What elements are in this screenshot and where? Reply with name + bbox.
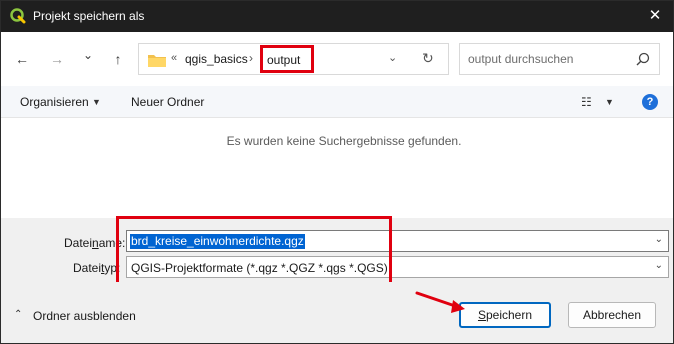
title-bar: Projekt speichern als ✕ bbox=[1, 1, 673, 32]
save-dialog: Projekt speichern als ✕ ← → ⌄ ↑ « qgis_b… bbox=[0, 0, 674, 344]
filetype-value: QGIS-Projektformate (*.qgz *.QGZ *.qgs *… bbox=[131, 261, 388, 275]
folder-icon bbox=[148, 55, 166, 67]
annotation-arrow-icon bbox=[415, 291, 465, 313]
up-arrow-icon[interactable]: ↑ bbox=[108, 49, 128, 69]
file-list[interactable]: Es wurden keine Suchergebnisse gefunden. bbox=[1, 118, 673, 218]
filetype-select[interactable]: QGIS-Projektformate (*.qgz *.QGZ *.qgs *… bbox=[126, 256, 669, 278]
caret-down-icon[interactable]: ▼ bbox=[92, 97, 101, 107]
filetype-label: Dateityp: bbox=[73, 261, 121, 275]
window-title: Projekt speichern als bbox=[33, 9, 145, 23]
dialog-footer: ⌃ Ordner ausblenden Speichern Abbrechen bbox=[1, 282, 673, 343]
navigation-bar: ← → ⌄ ↑ « qgis_basics › output ⌄ ↻ outpu… bbox=[1, 32, 673, 86]
view-caret-down-icon[interactable]: ▼ bbox=[605, 97, 614, 107]
hide-folders-button[interactable]: Ordner ausblenden bbox=[33, 309, 136, 323]
refresh-icon[interactable]: ↻ bbox=[422, 50, 434, 67]
file-fields: Dateiname: brd_kreise_einwohnerdichte.qg… bbox=[1, 218, 673, 282]
qgis-icon bbox=[10, 8, 26, 24]
breadcrumb-separator-icon[interactable]: › bbox=[249, 51, 253, 65]
view-options-icon[interactable]: ☷ bbox=[581, 95, 592, 109]
help-icon[interactable]: ? bbox=[642, 94, 658, 110]
forward-arrow-icon[interactable]: → bbox=[47, 49, 67, 69]
filename-value: brd_kreise_einwohnerdichte.qgz bbox=[130, 234, 305, 249]
breadcrumb-item-output[interactable]: output bbox=[260, 45, 314, 73]
cancel-button[interactable]: Abbrechen bbox=[568, 302, 656, 328]
recent-locations-chevron-icon[interactable]: ⌄ bbox=[78, 45, 98, 65]
empty-results-message: Es wurden keine Suchergebnisse gefunden. bbox=[226, 134, 462, 148]
filename-field[interactable]: brd_kreise_einwohnerdichte.qgz ⌄ bbox=[126, 230, 669, 252]
search-icon bbox=[636, 52, 650, 66]
breadcrumb-item-qgis-basics[interactable]: qgis_basics bbox=[185, 52, 248, 66]
address-dropdown-chevron-icon[interactable]: ⌄ bbox=[388, 51, 397, 64]
filename-label: Dateiname: bbox=[64, 236, 126, 250]
new-folder-button[interactable]: Neuer Ordner bbox=[131, 95, 204, 109]
search-placeholder: output durchsuchen bbox=[468, 52, 574, 66]
organize-menu-button[interactable]: Organisieren bbox=[20, 95, 89, 109]
address-bar[interactable]: « qgis_basics › output ⌄ ↻ bbox=[138, 43, 449, 75]
command-bar: Organisieren ▼ Neuer Ordner ☷ ▼ ? bbox=[1, 86, 673, 118]
back-arrow-icon[interactable]: ← bbox=[12, 49, 32, 69]
filename-dropdown-chevron-icon[interactable]: ⌄ bbox=[655, 234, 663, 245]
filetype-dropdown-chevron-icon[interactable]: ⌄ bbox=[655, 260, 663, 271]
close-icon[interactable]: ✕ bbox=[643, 5, 667, 27]
breadcrumb-overflow-icon[interactable]: « bbox=[171, 52, 177, 64]
search-input[interactable]: output durchsuchen bbox=[459, 43, 660, 75]
chevron-up-icon[interactable]: ⌃ bbox=[14, 309, 22, 320]
